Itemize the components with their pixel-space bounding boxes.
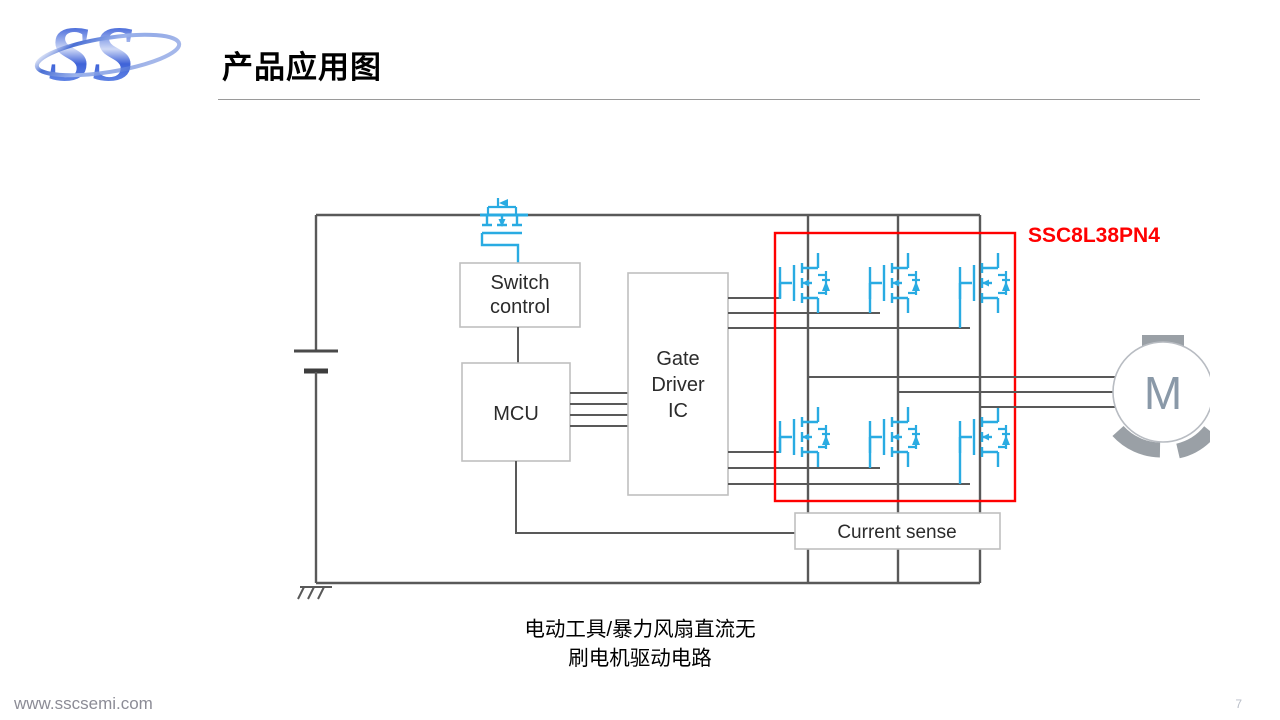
chassis-ground-symbol <box>297 586 332 600</box>
bridge-mosfet-low-v <box>868 405 922 469</box>
caption-line-1: 电动工具/暴力风扇直流无 <box>524 618 756 641</box>
dc-source-battery <box>294 215 338 583</box>
bridge-mosfet-low-w <box>958 405 1012 484</box>
block-gate-driver-ic[interactable]: Gate Driver IC <box>627 272 729 496</box>
bridge-mosfet-high-v <box>868 251 922 315</box>
diagram-caption: 电动工具/暴力风扇直流无 刷电机驱动电路 <box>0 615 1280 673</box>
title-divider <box>218 99 1200 100</box>
product-application-diagram: Switch control MCU Gate Driver IC SSC8L3… <box>280 185 1216 615</box>
block-current-sense[interactable]: Current sense <box>794 512 1001 550</box>
lowside-gate-wires <box>728 451 970 485</box>
bridge-mosfet-high-u <box>778 251 832 315</box>
gate-driver-label-1: Gate <box>656 348 699 370</box>
gate-driver-label-2: Driver <box>651 374 705 396</box>
logo-letters: S S <box>48 10 135 97</box>
switch-control-label-2: control <box>490 296 550 318</box>
logo-svg: S S <box>34 10 182 97</box>
ssc8l38pn4-label: SSC8L38PN4 <box>1028 224 1160 247</box>
bridge-mosfet-low-u <box>778 405 832 469</box>
company-logo: S S <box>30 8 210 100</box>
motor-label: M <box>1144 367 1182 419</box>
block-mcu[interactable]: MCU <box>461 362 571 462</box>
highside-gate-wires <box>728 297 970 329</box>
slide: S S 产品应用图 Switch control MCU Gate Driver… <box>0 0 1280 720</box>
switch-control-label-1: Switch <box>491 272 550 294</box>
footer-website-url[interactable]: www.sscsemi.com <box>14 694 153 714</box>
mcu-label: MCU <box>493 403 539 425</box>
bridge-mosfet-high-w <box>958 251 1012 328</box>
current-sense-label: Current sense <box>837 522 956 543</box>
gate-driver-label-3: IC <box>668 400 688 422</box>
bldc-motor-symbol: M <box>1112 335 1216 459</box>
phase-output-wires <box>808 376 1120 408</box>
circuit-schematic: Switch control MCU Gate Driver IC SSC8L3… <box>294 198 1216 600</box>
reverse-protection-mosfet <box>480 198 528 263</box>
caption-line-2: 刷电机驱动电路 <box>568 647 712 670</box>
mcu-gatedriver-bus <box>570 392 628 427</box>
block-switch-control[interactable]: Switch control <box>459 262 581 328</box>
svg-text:S: S <box>92 10 135 97</box>
page-number: 7 <box>1235 697 1242 711</box>
page-title: 产品应用图 <box>222 50 382 85</box>
